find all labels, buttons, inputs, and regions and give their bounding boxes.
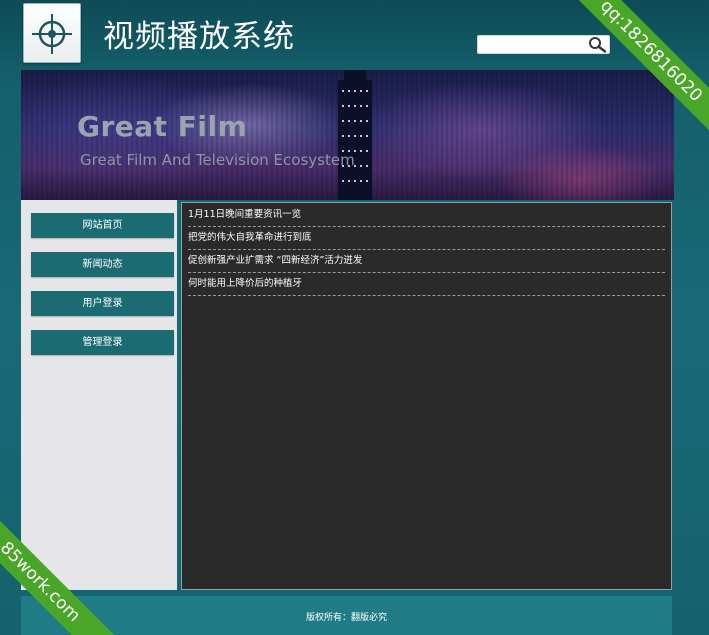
hero-banner: Great Film Great Film And Television Eco… [21, 70, 674, 200]
banner-subtitle: Great Film And Television Ecosystem [80, 151, 355, 169]
site-logo[interactable] [23, 3, 81, 63]
news-list-panel: 1月11日晚间重要资讯一览 把党的伟大自我革命进行到底 促创新强产业扩需求 “四… [181, 202, 672, 590]
sidebar-nav: 网站首页 新闻动态 用户登录 管理登录 [21, 200, 177, 590]
news-item[interactable]: 何时能用上降价后的种植牙 [188, 273, 665, 296]
footer: 版权所有：翻版必究 [21, 596, 672, 635]
nav-item-home[interactable]: 网站首页 [31, 213, 174, 238]
banner-title: Great Film [77, 110, 248, 143]
skyscraper-image [338, 70, 372, 200]
magnifier-icon[interactable] [586, 36, 608, 53]
search-input[interactable] [480, 37, 580, 51]
nav-item-news[interactable]: 新闻动态 [31, 252, 174, 277]
news-item[interactable]: 1月11日晚间重要资讯一览 [188, 204, 665, 227]
crosshair-target-icon [32, 14, 72, 54]
news-item[interactable]: 促创新强产业扩需求 “四新经济”活力迸发 [188, 250, 665, 273]
site-title: 视频播放系统 [103, 19, 295, 55]
news-item[interactable]: 把党的伟大自我革命进行到底 [188, 227, 665, 250]
copyright-text: 版权所有：翻版必究 [305, 613, 387, 623]
nav-item-user-login[interactable]: 用户登录 [31, 291, 174, 316]
search-box[interactable] [477, 35, 610, 54]
nav-item-admin-login[interactable]: 管理登录 [31, 330, 174, 355]
